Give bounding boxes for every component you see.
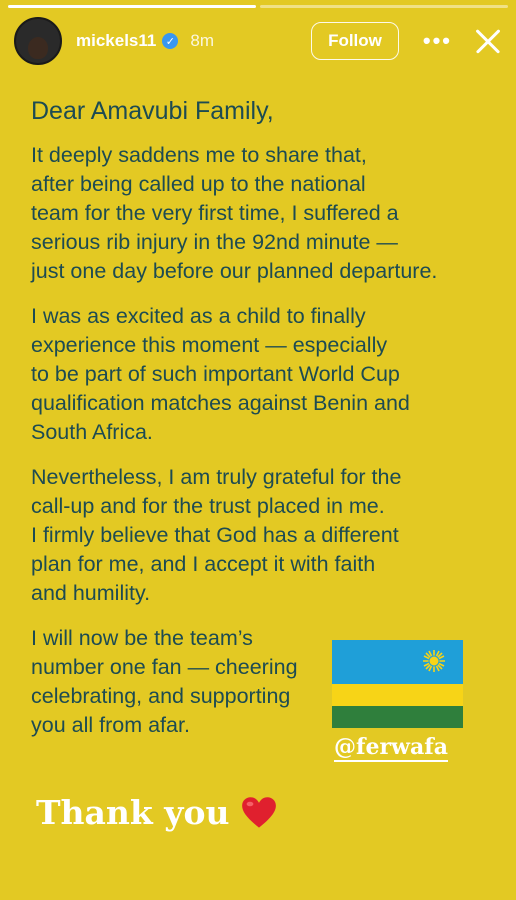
story-progress-bar — [8, 5, 508, 8]
avatar[interactable] — [14, 17, 62, 65]
thank-you-text: Thank you — [36, 793, 230, 832]
mention-text[interactable]: @ferwafa — [334, 734, 448, 762]
story-header: mickels11 ✓ 8m Follow ••• — [14, 17, 502, 65]
letter-line: to be part of such important World Cup — [31, 362, 400, 386]
progress-segment-1 — [8, 5, 256, 8]
heart-emoji-icon — [242, 796, 277, 828]
letter-paragraph-4: I will now be the team’s number one fan —… — [31, 624, 331, 740]
letter-paragraph-3: Nevertheless, I am truly grateful for th… — [31, 463, 502, 608]
thank-you-sticker: Thank you — [36, 793, 277, 832]
letter-line: It deeply saddens me to share that, — [31, 143, 367, 167]
verified-badge-icon: ✓ — [162, 33, 179, 49]
post-time: 8m — [190, 31, 214, 50]
follow-button[interactable]: Follow — [311, 22, 399, 60]
close-icon[interactable] — [474, 27, 502, 55]
letter-paragraph-1: It deeply saddens me to share that, after… — [31, 141, 502, 286]
letter-line: qualification matches against Benin and — [31, 391, 410, 415]
progress-segment-2 — [260, 5, 508, 8]
letter-line: serious rib injury in the 92nd minute — — [31, 230, 398, 254]
username[interactable]: mickels11 — [76, 31, 156, 51]
mention-tag[interactable]: @ferwafa — [334, 734, 448, 762]
letter-line: you all from afar. — [31, 713, 190, 737]
letter-line: plan for me, and I accept it with faith — [31, 552, 376, 576]
letter-line: South Africa. — [31, 420, 153, 444]
letter-paragraph-2: I was as excited as a child to finally ex… — [31, 302, 502, 447]
letter-line: Nevertheless, I am truly grateful for th… — [31, 465, 402, 489]
letter-line: I firmly believe that God has a differen… — [31, 523, 399, 547]
sun-icon — [423, 650, 445, 672]
letter-line: after being called up to the national — [31, 172, 366, 196]
letter-line: just one day before our planned departur… — [31, 259, 438, 283]
letter-line: I will now be the team’s — [31, 626, 253, 650]
letter-line: celebrating, and supporting — [31, 684, 291, 708]
letter-line: call-up and for the trust placed in me. — [31, 494, 385, 518]
letter-greeting: Dear Amavubi Family, — [31, 97, 274, 125]
letter-line: team for the very first time, I suffered… — [31, 201, 399, 225]
more-icon[interactable]: ••• — [423, 28, 452, 54]
rwanda-flag-icon — [332, 640, 463, 728]
letter-line: and humility. — [31, 581, 151, 605]
letter-line: number one fan — cheering — [31, 655, 298, 679]
letter-line: I was as excited as a child to finally — [31, 304, 366, 328]
letter-line: experience this moment — especially — [31, 333, 388, 357]
